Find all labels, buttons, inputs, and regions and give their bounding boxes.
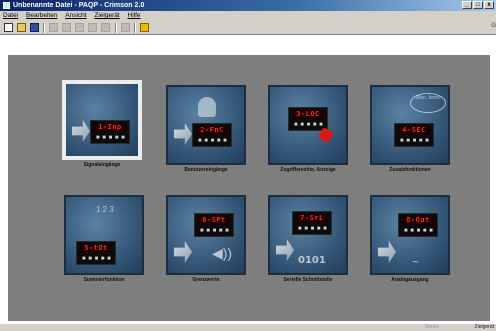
open-icon[interactable] xyxy=(17,23,26,32)
lcd-keys: ■ ■ ■ ■ ■ xyxy=(96,135,126,141)
arrow-icon xyxy=(174,123,192,145)
numbers-icon: 1 2 3 xyxy=(96,205,114,214)
toolbar-separator xyxy=(134,23,136,33)
lcd-keys: ■ ■ ■ ■ ■ xyxy=(400,138,430,144)
tile-label: Serielle Schnittstelle xyxy=(283,277,333,283)
cloud-icon: Misc. Items xyxy=(410,93,446,113)
save-icon[interactable] xyxy=(30,23,39,32)
lcd-keys: ■ ■ ■ ■ ■ xyxy=(404,228,434,234)
minimize-button[interactable]: _ xyxy=(462,1,472,9)
lcd-keys: ■ ■ ■ ■ ■ xyxy=(82,256,112,262)
toolbar-separator xyxy=(115,23,117,33)
menu-hilfe[interactable]: Hilfe xyxy=(128,12,141,19)
flash-icon[interactable] xyxy=(140,23,149,32)
tile-label: Zugriffsrechte, Anzeige xyxy=(280,167,336,173)
lcd-display: 5-tOt ■ ■ ■ ■ ■ xyxy=(76,241,116,265)
menu-bar: Datei Bearbeiten Ansicht Zielgerät Hilfe xyxy=(0,11,496,21)
tile-icon: 1-Inp ■ ■ ■ ■ ■ xyxy=(62,80,142,160)
lcd-readout: 1-Inp xyxy=(94,123,126,132)
tile-label: Analogausgang xyxy=(391,277,429,283)
title-bar: Unbenannte Datei - PAQP - Crimson 2.0 _ … xyxy=(0,0,496,11)
tile-icon: 8-Out ■ ■ ■ ■ ■ ~ xyxy=(370,195,450,275)
person-icon xyxy=(198,97,216,117)
lcd-display: 6-SPt ■ ■ ■ ■ ■ xyxy=(194,213,234,237)
arrow-icon xyxy=(72,120,90,142)
main-panel: 1-Inp ■ ■ ■ ■ ■ Signaleingänge 2-FnC ■ ■… xyxy=(8,55,490,321)
status-text: Bereit xyxy=(424,324,438,330)
status-target: Zielgerät xyxy=(474,324,494,330)
lcd-keys: ■ ■ ■ ■ ■ xyxy=(294,122,324,128)
wave-icon: ~ xyxy=(412,255,420,269)
tile-icon: Misc. Items 4-SEC ■ ■ ■ ■ ■ xyxy=(370,85,450,165)
lcd-display: 4-SEC ■ ■ ■ ■ ■ xyxy=(394,123,434,147)
tile-icon: 6-SPt ■ ■ ■ ■ ■ ◀)) xyxy=(166,195,246,275)
toolbar-right-text: G xyxy=(491,23,496,29)
window-title: Unbenannte Datei - PAQP - Crimson 2.0 xyxy=(13,2,145,9)
delete-icon[interactable] xyxy=(88,23,97,32)
arrow-icon xyxy=(378,241,396,263)
cut-icon[interactable] xyxy=(49,23,58,32)
window-controls: _ □ x xyxy=(462,1,494,9)
lcd-readout: 5-tOt xyxy=(80,244,112,253)
tile-icon: 2-FnC ■ ■ ■ ■ ■ xyxy=(166,85,246,165)
arrow-icon xyxy=(174,241,192,263)
new-icon[interactable] xyxy=(4,23,13,32)
menu-bearbeiten[interactable]: Bearbeiten xyxy=(26,12,57,19)
lcd-readout: 7-SrL xyxy=(296,214,328,223)
lcd-readout: 8-Out xyxy=(402,216,434,225)
tile-label: Zusatzfunktionen xyxy=(389,167,431,173)
tile-icon: 1 2 3 5-tOt ■ ■ ■ ■ ■ xyxy=(64,195,144,275)
lcd-readout: 2-FnC xyxy=(196,126,228,135)
menu-datei[interactable]: Datei xyxy=(3,12,18,19)
speaker-icon: ◀)) xyxy=(212,245,233,261)
lcd-readout: 6-SPt xyxy=(198,216,230,225)
binary-icon: 0101 xyxy=(298,255,326,266)
tile-icon: 3-LOC ■ ■ ■ ■ ■ xyxy=(268,85,348,165)
tile-label: Signaleingänge xyxy=(83,162,121,168)
maximize-button[interactable]: □ xyxy=(473,1,483,9)
tile-label: Summierfunktion xyxy=(83,277,125,283)
lcd-display: 2-FnC ■ ■ ■ ■ ■ xyxy=(192,123,232,147)
copy-icon[interactable] xyxy=(62,23,71,32)
toolbar-separator xyxy=(43,23,45,33)
undo-icon[interactable] xyxy=(101,23,110,32)
lcd-display: 1-Inp ■ ■ ■ ■ ■ xyxy=(90,120,130,144)
lcd-readout: 4-SEC xyxy=(398,126,430,135)
tile-icon: 7-SrL ■ ■ ■ ■ ■ 0101 xyxy=(268,195,348,275)
close-button[interactable]: x xyxy=(484,1,494,9)
lcd-display: 8-Out ■ ■ ■ ■ ■ xyxy=(398,213,438,237)
lcd-keys: ■ ■ ■ ■ ■ xyxy=(198,138,228,144)
menu-zielgeraet[interactable]: Zielgerät xyxy=(94,12,119,19)
lcd-display: 7-SrL ■ ■ ■ ■ ■ xyxy=(292,211,332,235)
lcd-readout: 3-LOC xyxy=(292,110,324,119)
status-bar: Bereit Zielgerät xyxy=(0,323,496,331)
menu-ansicht[interactable]: Ansicht xyxy=(65,12,86,19)
app-icon xyxy=(3,2,10,9)
paste-icon[interactable] xyxy=(75,23,84,32)
lcd-keys: ■ ■ ■ ■ ■ xyxy=(298,226,328,232)
tile-label: Benutzereingänge xyxy=(184,167,228,173)
lcd-keys: ■ ■ ■ ■ ■ xyxy=(200,228,230,234)
box-icon[interactable] xyxy=(121,23,130,32)
tile-label: Grenzwerte xyxy=(192,277,220,283)
arrow-icon xyxy=(276,239,294,261)
toolbar: G xyxy=(0,21,496,35)
